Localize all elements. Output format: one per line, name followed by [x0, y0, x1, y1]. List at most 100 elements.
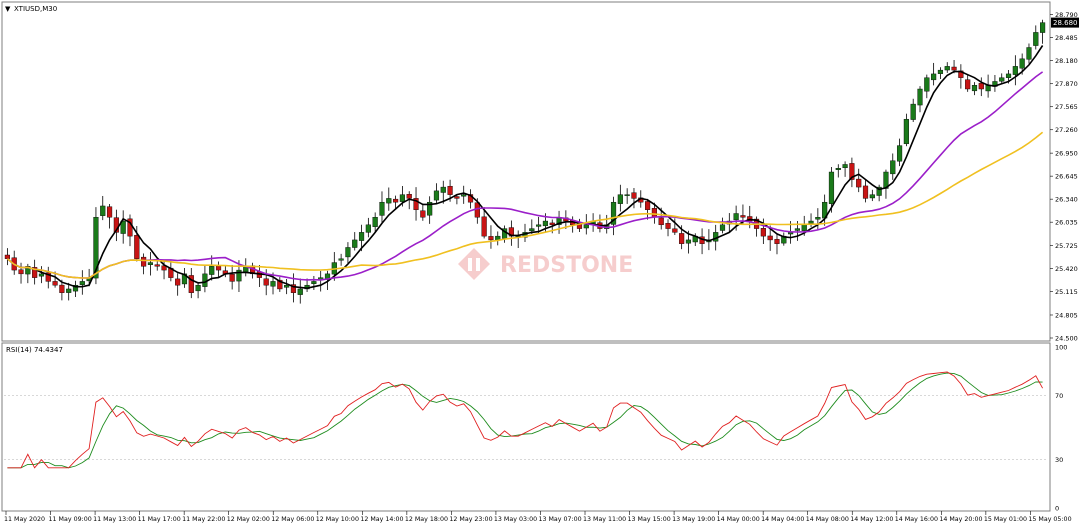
candle-body	[4, 254, 10, 259]
time-tick-label: 12 May 23:00	[449, 516, 492, 523]
price-axis: 28.790 28.485 28.180 27.870 27.565 27.260 26.9…	[1050, 11, 1078, 343]
chart-svg: REDSTONE 28.79028.48528.18027.87027.5652…	[1, 1, 1079, 523]
candle-body	[79, 281, 85, 285]
price-tick-label: 26.950	[1055, 150, 1078, 158]
candle-body	[842, 164, 848, 169]
candle-body	[631, 192, 637, 199]
candle-body	[617, 194, 623, 204]
candle-body	[175, 278, 181, 286]
rsi-tick-label: 100	[1055, 344, 1067, 352]
candle-body	[951, 66, 957, 71]
price-tick-label: 25.115	[1055, 288, 1078, 296]
candle-body	[209, 266, 215, 275]
candle-body	[890, 160, 896, 175]
candle-body	[542, 220, 549, 227]
candle-body	[263, 278, 269, 286]
candle-body	[18, 269, 24, 275]
candle-body	[815, 217, 821, 220]
candle-body	[154, 264, 160, 267]
candle-body	[999, 77, 1005, 82]
candle-body	[440, 186, 446, 193]
time-tick-label: 14 May 16:00	[895, 516, 938, 523]
candle-body	[399, 194, 405, 202]
candle-body	[774, 239, 780, 244]
current-price-label: 28.680	[1053, 19, 1078, 27]
candle-body	[1026, 47, 1032, 60]
rsi-label: RSI(14) 74.4347	[6, 346, 63, 354]
candle-body	[420, 210, 426, 218]
price-tick-label: 28.790	[1055, 11, 1078, 19]
rsi-tick-label: 70	[1055, 392, 1063, 400]
candle-body	[944, 66, 950, 71]
candle-body	[52, 281, 58, 286]
candle-body	[270, 281, 276, 287]
candle-body	[733, 213, 739, 221]
candle-body	[488, 236, 494, 241]
candle-body	[338, 258, 344, 261]
candle-body	[719, 224, 726, 231]
watermark-text: REDSTONE	[500, 253, 633, 278]
symbol-label: XTIUSD,M30	[14, 5, 57, 13]
dropdown-icon[interactable]: ▼	[5, 5, 11, 13]
price-tick-label: 27.260	[1055, 126, 1078, 134]
candle-body	[1033, 32, 1039, 46]
candle-body	[365, 224, 371, 233]
time-tick-label: 12 May 06:00	[271, 516, 314, 523]
candle-body	[801, 224, 807, 231]
time-tick-label: 15 May 05:00	[1028, 516, 1071, 523]
candle-body	[454, 196, 460, 199]
candle-body	[645, 201, 651, 210]
candle-body	[59, 284, 65, 293]
candle-body	[679, 233, 685, 244]
time-tick-label: 11 May 2020	[4, 516, 45, 523]
candle-body	[651, 207, 657, 218]
time-tick-label: 14 May 20:00	[939, 516, 982, 523]
candle-body	[862, 185, 869, 199]
candle-body	[549, 222, 555, 226]
candle-body	[393, 198, 399, 203]
time-tick-label: 15 May 01:00	[984, 516, 1027, 523]
candle-body	[828, 171, 835, 204]
candle-body	[106, 206, 113, 218]
candle-body	[372, 217, 378, 227]
candle-body	[685, 239, 692, 244]
time-tick-label: 12 May 10:00	[316, 516, 359, 523]
candle-body	[624, 194, 630, 196]
candle-body	[903, 118, 909, 145]
rsi-panel[interactable]	[1, 342, 1051, 512]
candle-body	[910, 103, 916, 120]
candle-body	[931, 73, 937, 81]
time-tick-label: 13 May 07:00	[538, 516, 581, 523]
chart-window: REDSTONE 28.790 28.485 28.180 27.870 27.565 2…	[0, 0, 1080, 527]
time-tick-label: 11 May 17:00	[138, 516, 181, 523]
price-tick-label: 24.500	[1055, 335, 1078, 343]
candle-body	[100, 205, 106, 216]
time-tick-label: 14 May 04:00	[761, 516, 804, 523]
candle-body	[474, 202, 480, 218]
candle-body	[965, 79, 971, 90]
price-tick-label: 26.035	[1055, 219, 1078, 227]
rsi-axis: 100 70 30 0	[1055, 344, 1067, 513]
candle-body	[937, 69, 944, 74]
candle-body	[794, 228, 801, 231]
price-tick-label: 27.870	[1055, 80, 1078, 88]
candle-body	[284, 284, 290, 288]
candle-body	[461, 194, 467, 197]
time-tick-label: 13 May 19:00	[672, 516, 715, 523]
candle-body	[311, 281, 317, 284]
candle-body	[767, 235, 773, 241]
candle-body	[141, 256, 147, 267]
price-tick-label: 27.565	[1055, 103, 1078, 111]
candle-body	[896, 145, 903, 162]
candle-body	[529, 228, 535, 232]
candle-body	[971, 85, 978, 92]
candle-body	[672, 228, 678, 233]
candle-body	[760, 228, 766, 237]
candle-body	[195, 284, 201, 292]
candle-body	[229, 274, 235, 282]
time-tick-label: 13 May 11:00	[583, 516, 626, 523]
rsi-tick-label: 30	[1055, 456, 1063, 464]
candle-body	[740, 215, 746, 218]
rsi-tick-label: 0	[1055, 505, 1059, 513]
price-tick-label: 28.485	[1055, 34, 1078, 42]
